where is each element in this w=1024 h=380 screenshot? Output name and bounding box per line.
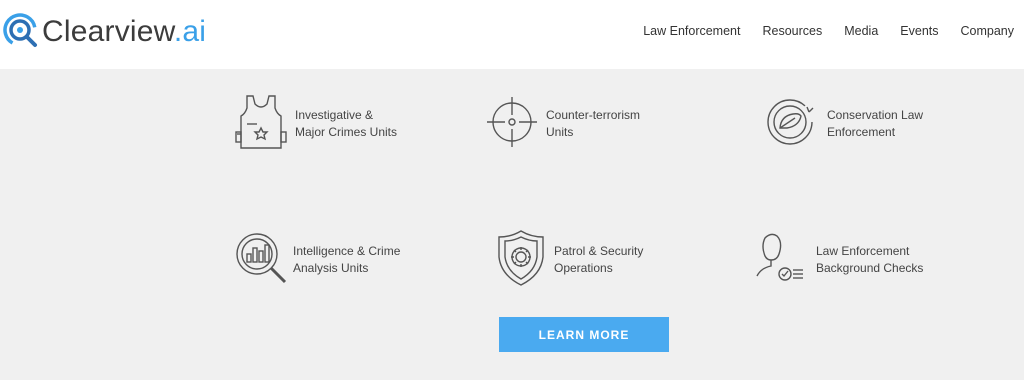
nav-company[interactable]: Company bbox=[961, 24, 1015, 38]
person-check-icon bbox=[756, 233, 803, 281]
unit-label: Conservation Law Enforcement bbox=[827, 108, 924, 139]
unit-intelligence: Intelligence & Crime Analysis Units bbox=[235, 232, 400, 286]
logo-icon bbox=[3, 13, 37, 47]
unit-investigative: Investigative & Major Crimes Units bbox=[233, 94, 397, 152]
main-nav: Law Enforcement Resources Media Events C… bbox=[643, 0, 1014, 62]
unit-label: Counter-terrorism Units bbox=[546, 108, 641, 139]
unit-label: Law Enforcement Background Checks bbox=[816, 244, 924, 275]
leaf-recycle-icon bbox=[767, 99, 814, 145]
unit-patrol: Patrol & Security Operations bbox=[497, 229, 643, 287]
unit-label: Investigative & Major Crimes Units bbox=[295, 108, 398, 139]
unit-label: Patrol & Security Operations bbox=[554, 244, 644, 275]
site-header: Clearview.ai Law Enforcement Resources M… bbox=[0, 0, 1024, 69]
unit-counter-terrorism: Counter-terrorism Units bbox=[486, 96, 640, 148]
logo[interactable]: Clearview.ai bbox=[2, 12, 206, 52]
nav-law-enforcement[interactable]: Law Enforcement bbox=[643, 24, 740, 38]
magnifier-chart-icon bbox=[236, 233, 287, 284]
nav-media[interactable]: Media bbox=[844, 24, 878, 38]
unit-label: Intelligence & Crime Analysis Units bbox=[293, 244, 401, 275]
unit-conservation: Conservation Law Enforcement bbox=[763, 96, 923, 148]
nav-resources[interactable]: Resources bbox=[762, 24, 822, 38]
vest-icon bbox=[235, 95, 287, 149]
crosshair-icon bbox=[487, 97, 537, 147]
unit-background-checks: Law Enforcement Background Checks bbox=[753, 230, 923, 286]
nav-events[interactable]: Events bbox=[900, 24, 938, 38]
shield-gear-icon bbox=[498, 230, 544, 286]
learn-more-button[interactable]: LEARN MORE bbox=[499, 317, 669, 352]
logo-text: Clearview.ai bbox=[42, 15, 207, 48]
